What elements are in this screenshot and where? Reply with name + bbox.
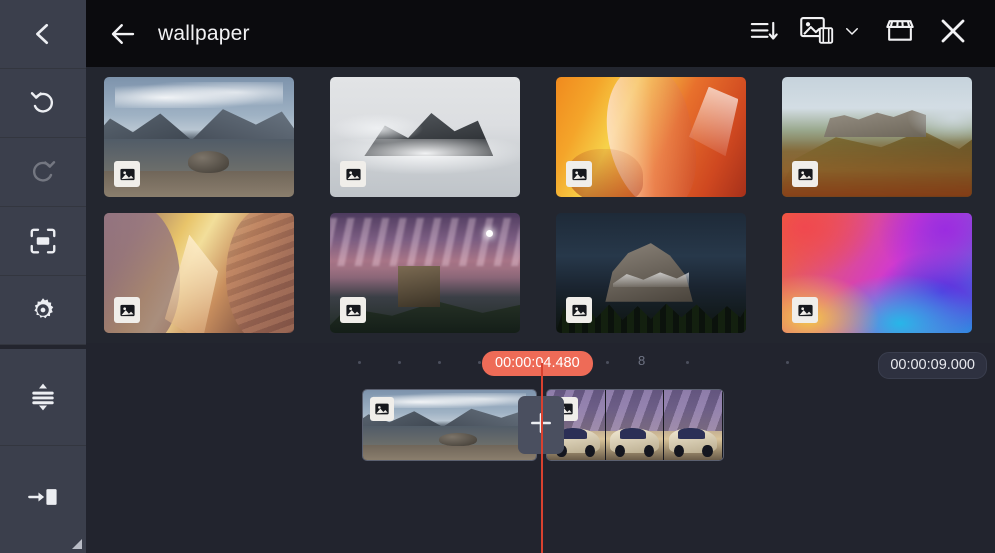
sidebar-item-track-height[interactable] — [0, 345, 86, 446]
store-icon — [883, 16, 917, 51]
page-title: wallpaper — [158, 22, 250, 46]
redo-icon — [28, 157, 58, 187]
media-item-great-wall-autumn[interactable] — [782, 77, 972, 197]
timeline-clip-lake-mountains[interactable] — [362, 389, 537, 461]
sidebar-item-undo[interactable] — [0, 69, 86, 138]
arrow-left-icon[interactable] — [108, 19, 138, 49]
ruler-tick — [686, 361, 689, 364]
store-button[interactable] — [875, 11, 925, 57]
ruler-tick — [398, 361, 401, 364]
timeline-panel[interactable]: 8 00:00:04.480 00:00:09.000 — [86, 343, 995, 553]
media-item-half-dome-night[interactable] — [556, 213, 746, 333]
left-toolbar — [0, 0, 86, 553]
video-editor-window: wallpaper — [0, 0, 995, 553]
image-icon — [370, 397, 394, 421]
media-item-foggy-mountain[interactable] — [330, 77, 520, 197]
media-type-dropdown-button[interactable] — [841, 22, 871, 45]
media-grid — [104, 77, 981, 343]
clip-frame — [664, 390, 723, 460]
current-time-indicator[interactable]: 00:00:04.480 — [482, 351, 593, 376]
media-item-lake-mountains[interactable] — [104, 77, 294, 197]
ruler-tick — [478, 361, 481, 364]
undo-icon — [28, 88, 58, 118]
media-type-button[interactable] — [791, 11, 837, 57]
image-icon — [566, 297, 592, 323]
sidebar-item-collapse[interactable] — [0, 0, 86, 69]
ruler-tick — [606, 361, 609, 364]
image-icon — [792, 297, 818, 323]
ruler-tick — [358, 361, 361, 364]
ruler-tick — [438, 361, 441, 364]
clip-frame — [606, 390, 665, 460]
image-icon — [792, 161, 818, 187]
sidebar-item-fit-to-screen[interactable] — [0, 207, 86, 276]
image-icon — [114, 161, 140, 187]
media-item-great-wall-dusk[interactable] — [330, 213, 520, 333]
media-browser-header: wallpaper — [86, 0, 995, 67]
chevron-left-icon — [28, 19, 58, 49]
resize-grip-icon[interactable] — [69, 536, 82, 549]
chevron-down-icon — [843, 22, 861, 45]
sidebar-item-export[interactable] — [0, 446, 86, 547]
sort-descending-icon — [749, 17, 779, 50]
gear-icon — [28, 295, 58, 325]
image-stack-icon — [799, 15, 835, 52]
sidebar-item-redo[interactable] — [0, 138, 86, 207]
main-area: wallpaper — [86, 0, 995, 553]
media-item-orange-canyon[interactable] — [556, 77, 746, 197]
ruler-tick — [786, 361, 789, 364]
fit-frame-icon — [28, 226, 58, 256]
playhead[interactable] — [541, 363, 543, 553]
export-icon — [26, 482, 60, 512]
media-item-color-gradient[interactable] — [782, 213, 972, 333]
header-actions — [741, 11, 977, 57]
sidebar-item-settings[interactable] — [0, 276, 86, 345]
image-icon — [114, 297, 140, 323]
media-grid-panel[interactable] — [86, 67, 995, 343]
image-icon — [340, 297, 366, 323]
image-icon — [340, 161, 366, 187]
track-height-icon — [27, 381, 59, 413]
close-icon — [937, 15, 969, 52]
total-duration-label: 00:00:09.000 — [878, 352, 987, 379]
image-icon — [566, 161, 592, 187]
ruler-label: 8 — [638, 353, 645, 368]
close-button[interactable] — [929, 11, 977, 57]
media-item-purple-slot-canyon[interactable] — [104, 213, 294, 333]
timeline-clip-car[interactable] — [546, 389, 724, 461]
sort-button[interactable] — [741, 11, 787, 57]
